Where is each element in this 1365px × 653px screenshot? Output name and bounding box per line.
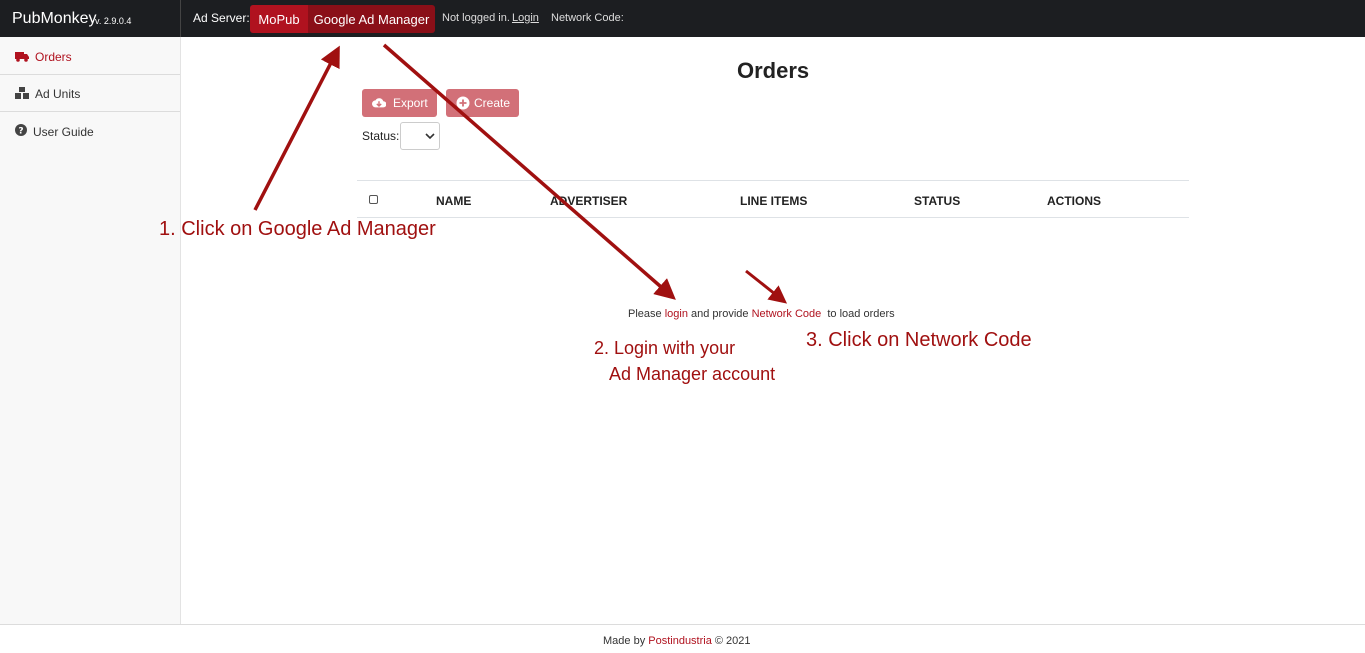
sidebar-item-orders[interactable]: Orders [0,38,180,75]
chevron-down-icon [425,133,435,140]
message-login-link[interactable]: login [665,308,688,320]
select-all-checkbox[interactable] [369,195,378,204]
footer-suffix: © 2021 [711,635,751,647]
top-navbar: PubMonkey v. 2.9.0.4 Ad Server: MoPub Go… [0,0,1365,37]
annotation-arrow-step1 [253,45,340,211]
annotation-step2-line1: 2. Login with your [594,338,736,358]
footer: Made by Postindustria © 2021 [0,624,1365,653]
brand[interactable]: PubMonkey v. 2.9.0.4 [0,0,181,37]
status-filter-select[interactable] [400,122,440,150]
login-link[interactable]: Login [512,12,539,24]
status-filter-label: Status: [362,129,400,143]
network-code-link[interactable]: Network Code: [551,12,624,24]
annotation-step1: 1. Click on Google Ad Manager [159,218,436,240]
sidebar: Orders Ad Units ? User Guide [0,37,181,624]
cloud-download-icon [372,98,386,108]
truck-icon [15,52,29,62]
brand-version: v. 2.9.0.4 [95,16,132,26]
ad-server-label: Ad Server: [193,11,250,25]
question-circle-icon: ? [15,124,27,136]
message-text: Please [628,308,665,320]
sidebar-item-label: Ad Units [35,87,81,101]
annotation-arrow-step3 [745,269,788,304]
sidebar-item-ad-units[interactable]: Ad Units [0,75,180,112]
page-title: Orders [737,58,810,83]
message-text: and provide [687,308,752,320]
annotation-arrow-step2 [382,43,676,300]
column-header-advertiser[interactable]: ADVERTISER [550,194,627,208]
message-network-code-link[interactable]: Network Code [752,308,822,320]
sidebar-item-user-guide[interactable]: ? User Guide [0,112,180,149]
annotation-step2-line2: Ad Manager account [609,364,776,384]
brand-name: PubMonkey [12,10,97,27]
svg-text:?: ? [18,127,23,137]
mopub-button[interactable]: MoPub [250,5,308,33]
cubes-icon [15,87,29,99]
sidebar-item-label: Orders [35,50,72,64]
column-header-line-items[interactable]: LINE ITEMS [740,194,807,208]
create-label: Create [474,96,511,110]
plus-circle-icon [456,96,470,110]
orders-table-header: NAME ADVERTISER LINE ITEMS STATUS ACTION… [357,180,1189,218]
footer-text: Made by Postindustria © 2021 [603,635,751,647]
google-ad-manager-button[interactable]: Google Ad Manager [308,5,435,33]
footer-link[interactable]: Postindustria [648,635,712,647]
column-header-status[interactable]: STATUS [914,194,960,208]
column-header-name[interactable]: NAME [436,194,471,208]
export-button[interactable]: Export [362,89,437,117]
message-text: to load orders [821,308,895,320]
empty-state-message: Please login and provide Network Code to… [628,308,895,320]
annotation-arrows [253,43,788,304]
create-button[interactable]: Create [446,89,519,117]
sidebar-item-label: User Guide [33,125,94,139]
footer-prefix: Made by [603,635,649,647]
export-label: Export [393,96,428,110]
login-status: Not logged in. [442,12,510,24]
annotation-step3: 3. Click on Network Code [806,329,1032,351]
column-header-actions: ACTIONS [1047,194,1101,208]
